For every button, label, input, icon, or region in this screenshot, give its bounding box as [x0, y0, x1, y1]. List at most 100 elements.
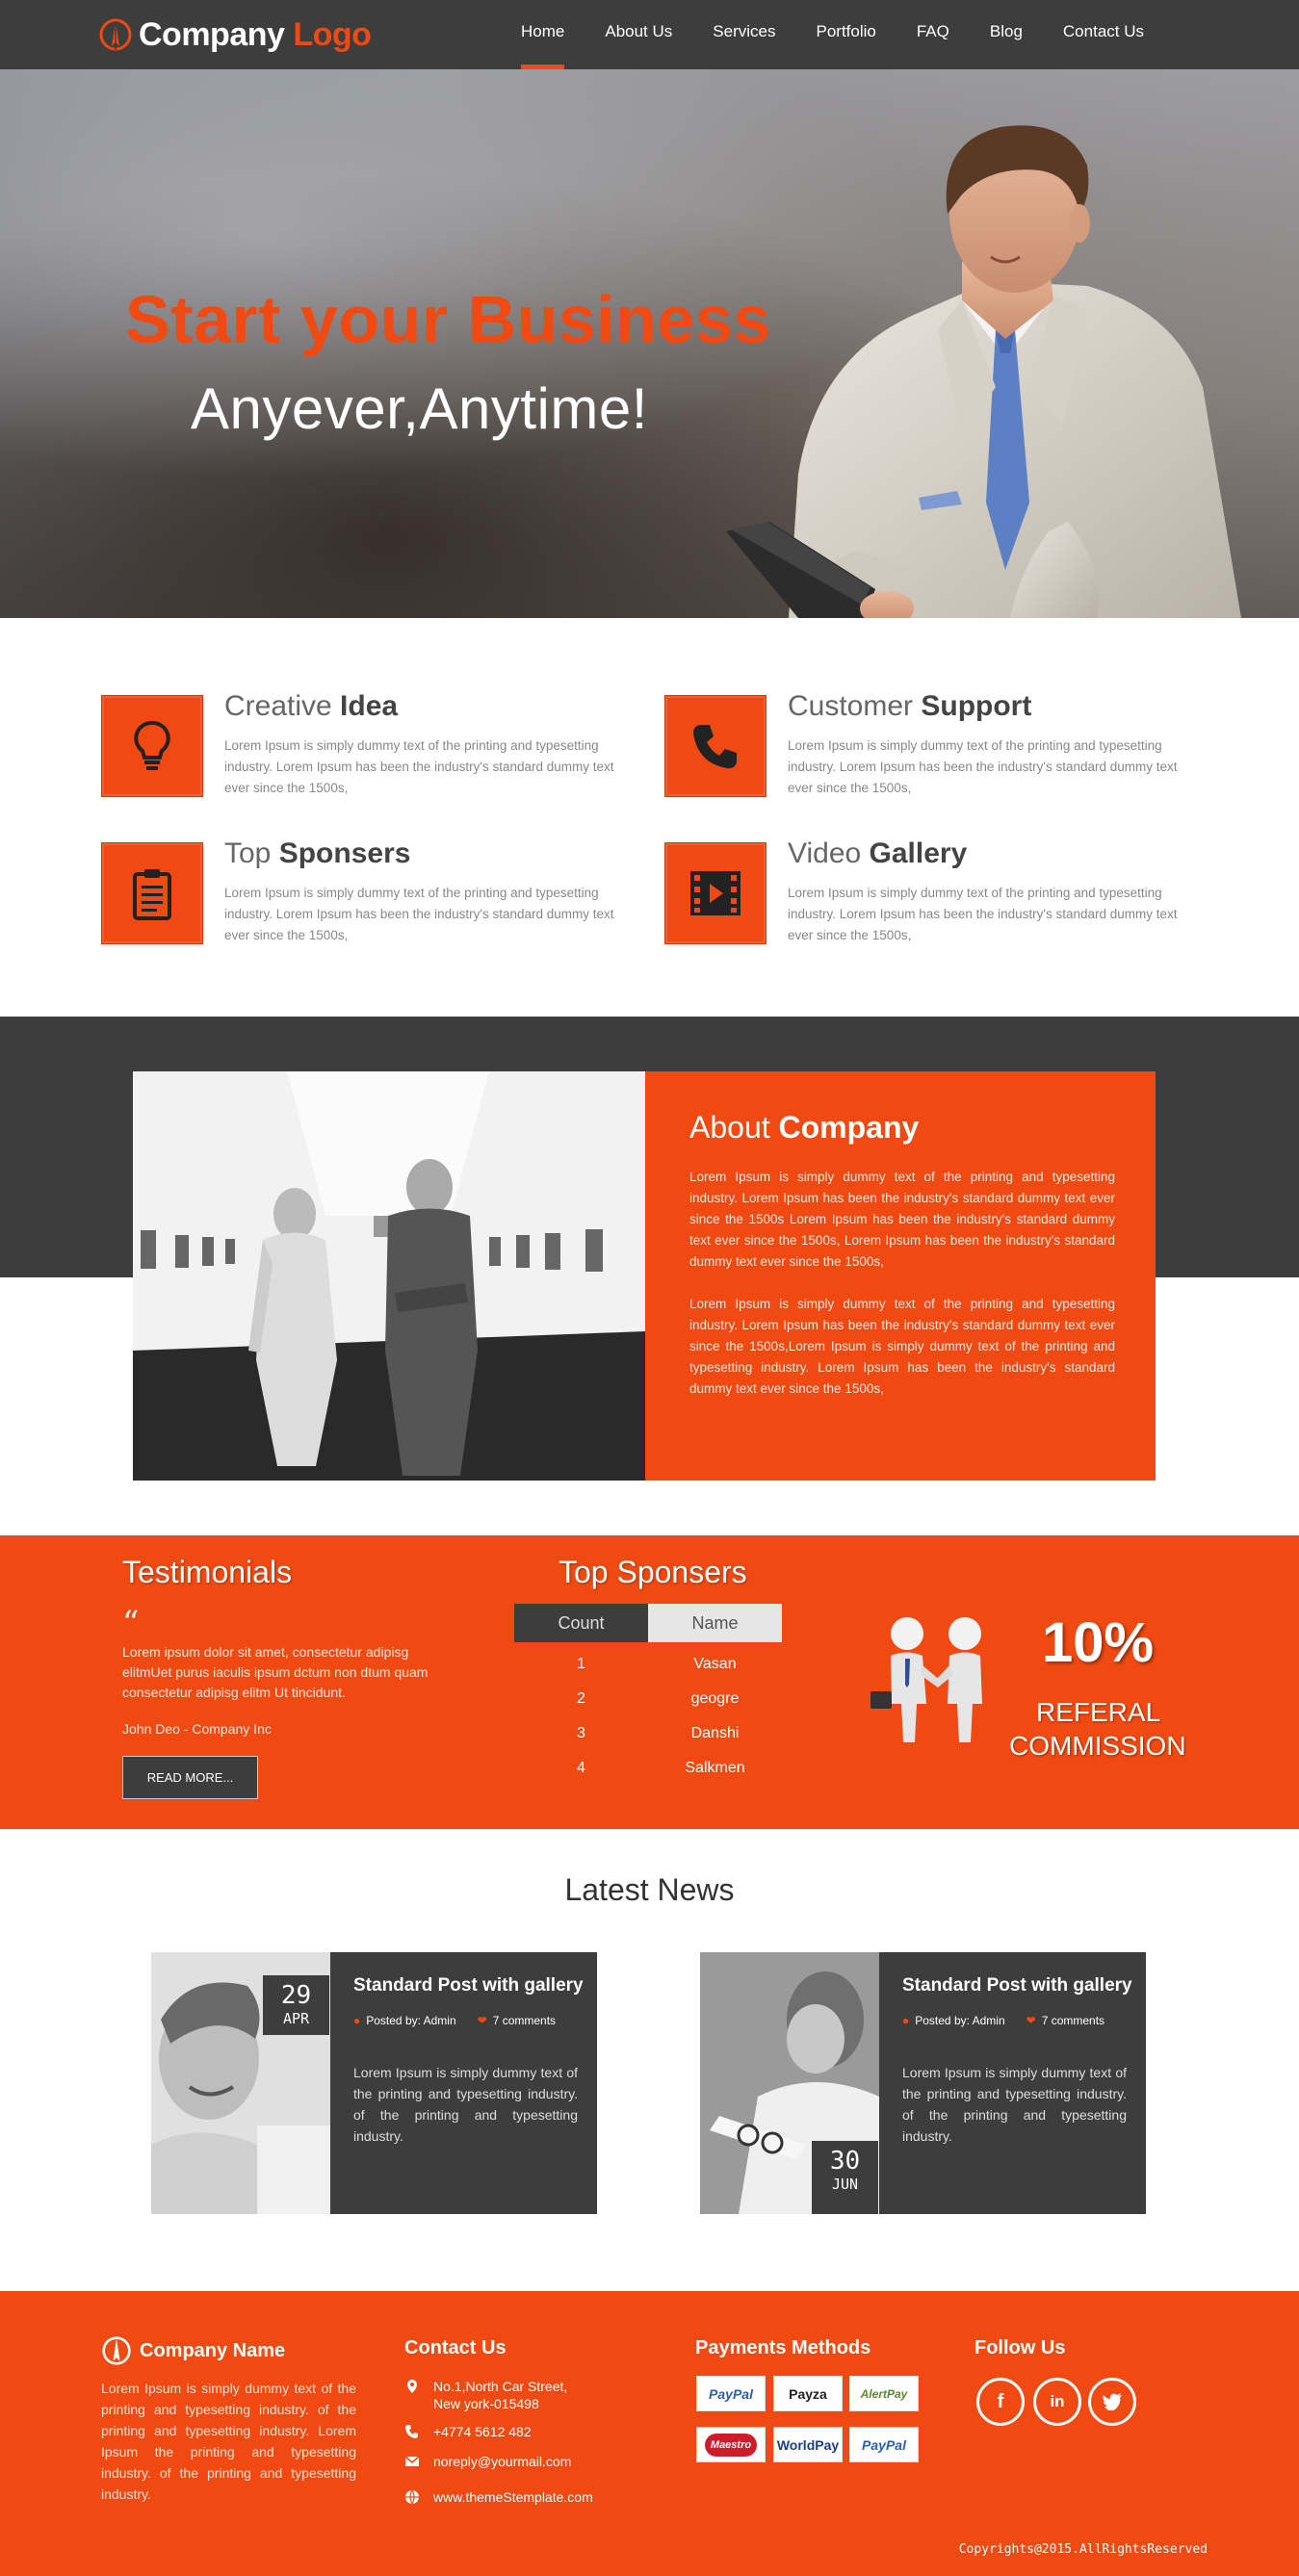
table-row: 4 Salkmen [514, 1751, 782, 1786]
nav-blog[interactable]: Blog [970, 0, 1043, 69]
company-logo[interactable]: Company Logo [98, 13, 372, 56]
main-menu: Home About Us Services Portfolio FAQ Blo… [501, 0, 1164, 69]
news-card[interactable]: 30 JUN Standard Post with gallery ● Post… [700, 1952, 1146, 2214]
news-card-title[interactable]: Standard Post with gallery [353, 1975, 584, 1996]
feature-text: Lorem Ipsum is simply dummy text of the … [788, 886, 1178, 942]
clipboard-icon [101, 842, 203, 944]
alertpay-logo: AlertPay [849, 2376, 919, 2411]
referal-line-2: COMMISSION [1009, 1731, 1186, 1761]
testimonial-author: John Deo - Company Inc [122, 1721, 272, 1737]
footer-website[interactable]: www.themeStemplate.com [404, 2488, 593, 2506]
about-section: About Company Lorem Ipsum is simply dumm… [0, 1017, 1299, 1535]
film-icon [664, 842, 766, 944]
payza-logo: Payza [773, 2376, 843, 2411]
nav-portfolio[interactable]: Portfolio [795, 0, 896, 69]
read-more-button[interactable]: READ MORE... [122, 1756, 258, 1799]
referal-percent: 10% [1042, 1611, 1155, 1674]
envelope-icon [404, 2456, 420, 2466]
latest-news-section: Latest News 29 APR Standard Post with ga… [0, 1829, 1299, 2291]
footer-company-text: Lorem Ipsum is simply dummy text of the … [101, 2381, 356, 2502]
table-row: 1 Vasan [514, 1647, 782, 1682]
table-row: 3 Danshi [514, 1716, 782, 1751]
quote-icon: “ [122, 1604, 140, 1642]
footer-email[interactable]: noreply@yourmail.com [404, 2453, 571, 2470]
about-paragraph-1: Lorem Ipsum is simply dummy text of the … [689, 1170, 1115, 1269]
row-count: 3 [577, 1725, 585, 1741]
row-name: Salkmen [685, 1760, 745, 1776]
comments-icon: ❤ [477, 2014, 487, 2027]
paypal-logo-2: PayPal [849, 2427, 919, 2462]
nav-home[interactable]: Home [501, 0, 585, 69]
news-meta: ● Posted by: Admin ❤ 7 comments [353, 2014, 557, 2027]
hero-banner: Start your Business Anyever,Anytime! [0, 69, 1299, 618]
nav-faq[interactable]: FAQ [896, 0, 970, 69]
linkedin-icon[interactable]: in [1033, 2378, 1081, 2426]
news-date: 30 JUN [812, 2141, 878, 2214]
nav-contact-us[interactable]: Contact Us [1043, 0, 1164, 69]
feature-top-sponsers: Top Sponsers Lorem Ipsum is simply dummy… [101, 837, 640, 948]
row-name: Vasan [693, 1656, 737, 1672]
referal-line-1: REFERAL [1036, 1697, 1161, 1727]
row-count: 2 [577, 1690, 585, 1707]
news-card[interactable]: 29 APR Standard Post with gallery ● Post… [151, 1952, 597, 2214]
feature-text: Lorem Ipsum is simply dummy text of the … [788, 738, 1178, 795]
footer-phone: +4774 5612 482 [404, 2423, 532, 2440]
features-section: Creative Idea Lorem Ipsum is simply dumm… [0, 618, 1299, 1017]
nav-about-us[interactable]: About Us [585, 0, 692, 69]
twitter-icon[interactable] [1088, 2378, 1136, 2426]
nav-services[interactable]: Services [692, 0, 795, 69]
facebook-icon[interactable]: f [976, 2378, 1025, 2426]
globe-icon [405, 2489, 419, 2505]
hero-title: Start your Business [125, 282, 771, 357]
phone-icon [664, 695, 766, 797]
row-name: geogre [690, 1690, 740, 1707]
column-header-count: Count [514, 1604, 648, 1642]
about-paragraph-2: Lorem Ipsum is simply dummy text of the … [689, 1297, 1115, 1396]
map-pin-icon [407, 2380, 417, 2393]
referal-commission-promo: 10% REFERAL COMMISSION [857, 1593, 1204, 1786]
table-header: Count Name [514, 1604, 782, 1642]
news-title: Latest News [564, 1872, 735, 1907]
row-count: 4 [577, 1760, 585, 1776]
about-company-box: About Company Lorem Ipsum is simply dumm… [645, 1071, 1156, 1481]
row-name: Danshi [690, 1725, 740, 1741]
lightbulb-icon [101, 695, 203, 797]
table-row: 2 geogre [514, 1682, 782, 1716]
feature-title: Video Gallery [788, 837, 968, 869]
footer-address: No.1,North Car Street, New york-015498 [404, 2378, 567, 2412]
feature-title: Creative Idea [224, 690, 399, 722]
footer-follow-heading: Follow Us [974, 2337, 1066, 2358]
maestro-logo: Maestro [696, 2427, 766, 2462]
about-title: About Company [689, 1110, 920, 1145]
hero-subtitle: Anyever,Anytime! [191, 376, 648, 441]
comments-icon: ❤ [1026, 2014, 1036, 2027]
logo-icon [102, 2336, 131, 2365]
logo-icon [99, 18, 132, 51]
testimonial-text: Lorem ipsum dolor sit amet, consectetur … [122, 1644, 429, 1700]
feature-creative-idea: Creative Idea Lorem Ipsum is simply dumm… [101, 690, 640, 801]
footer-payments-heading: Payments Methods [695, 2337, 871, 2358]
handshake-figures-icon [870, 1617, 982, 1742]
news-meta: ● Posted by: Admin ❤ 7 comments [902, 2014, 1105, 2027]
sponsers-title: Top Sponsers [559, 1555, 747, 1589]
paypal-logo: PayPal [696, 2376, 766, 2411]
user-icon: ● [353, 2014, 361, 2027]
feature-text: Lorem Ipsum is simply dummy text of the … [224, 738, 614, 795]
feature-customer-support: Customer Support Lorem Ipsum is simply d… [664, 690, 1204, 801]
top-navbar: Company Logo Home About Us Services Port… [0, 0, 1299, 69]
news-card-text: Lorem Ipsum is simply dummy text of the … [353, 2065, 578, 2144]
testimonials-title: Testimonials [122, 1555, 293, 1589]
logo-text: Company Logo [139, 15, 372, 53]
user-icon: ● [902, 2014, 910, 2027]
about-team-photo [133, 1071, 645, 1481]
column-header-name: Name [648, 1604, 782, 1642]
feature-title: Customer Support [788, 690, 1032, 722]
sponsers-table: Count Name 1 Vasan 2 geogre 3 Danshi 4 Salkm… [514, 1604, 782, 1786]
testimonials-sponsers-band: Testimonials “ Lorem ipsum dolor sit ame… [0, 1535, 1299, 1829]
phone-icon [405, 2425, 418, 2438]
news-date: 29 APR [263, 1975, 329, 2035]
copyright-text: Copyrights@2015.AllRightsReserved [958, 2542, 1208, 2557]
feature-video-gallery: Video Gallery Lorem Ipsum is simply dumm… [664, 837, 1204, 948]
row-count: 1 [577, 1656, 585, 1672]
news-card-title[interactable]: Standard Post with gallery [902, 1975, 1132, 1996]
